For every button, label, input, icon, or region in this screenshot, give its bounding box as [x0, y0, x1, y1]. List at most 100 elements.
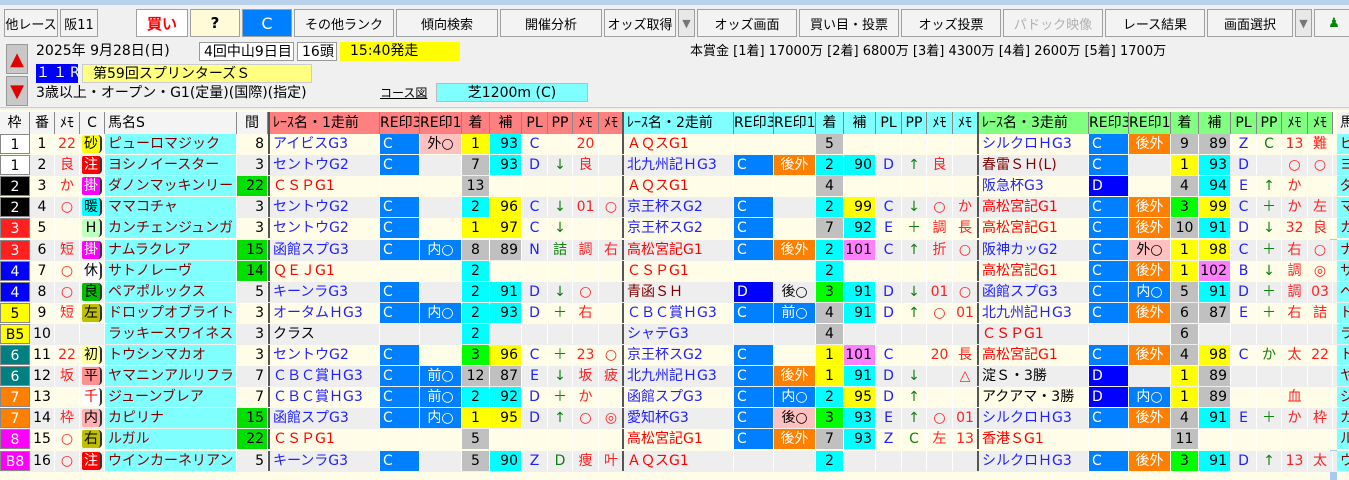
past-race-name[interactable]: アクアマ・3勝: [977, 387, 1089, 408]
table-row[interactable]: 6 12 坂平ヤマニンアルリフラ 7 ＣＢＣ賞ＨG3 C 前○ 12 87 E ↓ 坂疲北九州記ＨG3…: [0, 366, 1349, 388]
header-re1[interactable]: RE印1: [774, 112, 816, 134]
horse-name-right[interactable]: サトノレーヴ: [1337, 260, 1349, 281]
past-race-name[interactable]: 函館スプG3: [268, 239, 380, 260]
user-icon[interactable]: ♟: [1314, 9, 1349, 37]
horse-name-right[interactable]: ダノンマッキンリー: [1337, 176, 1349, 197]
past-race-name[interactable]: シルクロＨG3: [977, 408, 1089, 429]
past-race-name[interactable]: 香港ＳG1: [977, 429, 1089, 450]
header-m1[interactable]: ﾒﾓ: [573, 112, 599, 134]
table-row[interactable]: 4 8 ○ 良ペアポルックス 5 キーンラG3 C 2 91 D ↓ ○ 青函ＳＨ D 後○ 3 91 D ↓ 01 ○…: [0, 281, 1349, 303]
table-row[interactable]: 5 9 短左ドロップオブライト 3 オータムＨG3 C 内○ 2 93 D ＋右 ＣＢＣ賞ＨG3 C 前○…: [0, 302, 1349, 324]
bet-vote-button[interactable]: 買い目・投票: [799, 9, 899, 37]
past-race-name[interactable]: 愛知杯G3: [622, 408, 734, 429]
horse-name[interactable]: ペアポルックス: [105, 281, 237, 302]
past-race-name[interactable]: セントウG2: [268, 155, 380, 176]
header-memo[interactable]: ﾒﾓ: [55, 112, 80, 134]
header-pl[interactable]: PL: [876, 112, 902, 134]
meeting-analysis-button[interactable]: 開催分析: [500, 9, 602, 37]
past-race-name[interactable]: ＣＳＰG1: [622, 260, 734, 281]
past-race-name[interactable]: 高松宮記G1: [977, 260, 1089, 281]
past-race-name[interactable]: ＡＱスG1: [622, 134, 734, 154]
horse-name-right[interactable]: ペアポルックス: [1337, 281, 1349, 302]
horse-name[interactable]: ウインカーネリアン: [105, 450, 237, 471]
header-pl[interactable]: PL: [1231, 112, 1257, 134]
table-row[interactable]: 7 14 枠内カピリナ 15 函館スプG3 C 内○ 1 95 D ↑ ○ ◎ 愛知杯G3 C 後○ 3 93 E ↑…: [0, 408, 1349, 430]
past-race-name[interactable]: セントウG2: [268, 218, 380, 239]
past-race-name[interactable]: シャテG3: [622, 323, 734, 344]
past-race-name[interactable]: 函館スプG3: [268, 408, 380, 429]
past-race-name[interactable]: 函館スプG3: [977, 281, 1089, 302]
table-row[interactable]: 1 1 22 砂ピューロマジック 8 アイビスG3 C 外○ 1 93 C 20 ＡＱスG1 5 シルクロＨ…: [0, 134, 1349, 155]
past-race-name[interactable]: オータムＨG3: [268, 302, 380, 323]
past-race-name[interactable]: 北九州記ＨG3: [977, 302, 1089, 323]
header-re3[interactable]: RE印3: [380, 112, 420, 134]
past-race-name[interactable]: キーンラG3: [268, 281, 380, 302]
horse-name[interactable]: ジューンブレア: [105, 387, 237, 408]
rank-c-button[interactable]: C: [242, 9, 292, 37]
horse-name-right[interactable]: カンチェンジュンガ: [1337, 218, 1349, 239]
past-race-name[interactable]: アイビスG3: [268, 134, 380, 154]
header-chaku[interactable]: 着: [816, 112, 844, 134]
past-race-name[interactable]: 北九州記ＨG3: [622, 155, 734, 176]
horse-name-right[interactable]: カピリナ: [1337, 408, 1349, 429]
horse-name-right[interactable]: ナムラクレア: [1337, 239, 1349, 260]
race-result-button[interactable]: レース結果: [1105, 9, 1205, 37]
header-pp[interactable]: PP: [1257, 112, 1282, 134]
header-pp[interactable]: PP: [902, 112, 927, 134]
past-race-name[interactable]: ＡＱスG1: [622, 450, 734, 471]
odds-screen-button[interactable]: オッズ画面: [697, 9, 797, 37]
horse-name[interactable]: ママコチャ: [105, 197, 237, 218]
past-race-name[interactable]: ＣＳＰG1: [268, 176, 380, 197]
header-interval[interactable]: 間: [237, 112, 268, 134]
question-button[interactable]: ?: [190, 9, 240, 37]
past-race-name[interactable]: キーンラG3: [268, 450, 380, 471]
horse-name-right[interactable]: ヨシノイースター: [1337, 155, 1349, 176]
buy-button[interactable]: 買い: [136, 9, 188, 37]
prev-race-arrow-icon[interactable]: ▲: [6, 44, 28, 74]
header-pp[interactable]: PP: [548, 112, 573, 134]
header-pl[interactable]: PL: [522, 112, 548, 134]
past-race-name[interactable]: セントウG2: [268, 197, 380, 218]
past-race-name[interactable]: ＱＥＪG1: [268, 260, 380, 281]
past-race-name[interactable]: ＡＱスG1: [622, 176, 734, 197]
past-race-name[interactable]: 京王杯スG2: [622, 345, 734, 365]
screen-select-button[interactable]: 画面選択: [1207, 9, 1293, 37]
past-race-name[interactable]: 高松宮記G1: [977, 218, 1089, 239]
table-row[interactable]: 2 3 か掛ダノンマッキンリー 22 ＣＳＰG1 13 ＡＱスG1 4 阪急杯G3 D 4 94 E ↑ か…: [0, 176, 1349, 198]
past-race-name[interactable]: 高松宮記G1: [977, 197, 1089, 218]
header-name2[interactable]: 馬: [1337, 112, 1349, 134]
horse-name-right[interactable]: ママコチャ: [1337, 197, 1349, 218]
horse-name[interactable]: カピリナ: [105, 408, 237, 429]
horse-name-right[interactable]: ラッキースワイネス: [1337, 323, 1349, 344]
horse-name[interactable]: カンチェンジュンガ: [105, 218, 237, 239]
past-race-name[interactable]: 京王杯スG2: [622, 197, 734, 218]
table-row[interactable]: 3 5 H カンチェンジュンガ 3 セントウG2 C 1 97 C ↓ 京王杯スG2 C 7 92 E ＋調長高…: [0, 218, 1349, 240]
past-race-name[interactable]: セントウG2: [268, 345, 380, 365]
other-race-button[interactable]: 他レース: [4, 9, 58, 37]
horse-name[interactable]: ピューロマジック: [105, 134, 237, 154]
other-rank-button[interactable]: その他ランク: [294, 9, 394, 37]
header-m1[interactable]: ﾒﾓ: [927, 112, 953, 134]
horse-name[interactable]: ラッキースワイネス: [105, 323, 237, 344]
header-ho[interactable]: 補: [490, 112, 522, 134]
next-race-arrow-icon[interactable]: ▼: [6, 76, 28, 106]
past-race-name[interactable]: 高松宮記G1: [622, 429, 734, 450]
past-race-name[interactable]: クラス: [268, 323, 380, 344]
past-race-name[interactable]: ＣＢＣ賞ＨG3: [268, 387, 380, 408]
paddock-video-button[interactable]: パドック映像: [1003, 9, 1103, 37]
table-row[interactable]: B510ラッキースワイネス3クラス2シャテG34ＣＳＰG16ラッキースワイネス: [0, 323, 1349, 345]
header-race2[interactable]: ﾚｰｽ名・2走前: [622, 112, 734, 134]
past-race-name[interactable]: シルクロＨG3: [977, 134, 1089, 154]
table-row[interactable]: 8 15 ○ 右ルガル 22 ＣＳＰG1 5 高松宮記G1 C 後外 7 93 Z C 左 13 香港ＳG1 11…: [0, 429, 1349, 451]
past-race-name[interactable]: 阪神カッG2: [977, 239, 1089, 260]
past-race-name[interactable]: 北九州記ＨG3: [622, 366, 734, 387]
horse-name-right[interactable]: ルガル: [1337, 429, 1349, 450]
header-re3[interactable]: RE印3: [734, 112, 774, 134]
past-race-name[interactable]: 高松宮記G1: [622, 239, 734, 260]
past-race-name[interactable]: 高松宮記G1: [977, 345, 1089, 365]
header-race1[interactable]: ﾚｰｽ名・1走前: [268, 112, 380, 134]
horse-name[interactable]: ルガル: [105, 429, 237, 450]
past-race-name[interactable]: 阪急杯G3: [977, 176, 1089, 197]
horse-name-right[interactable]: ウインカーネリアン: [1337, 450, 1349, 471]
horse-name-right[interactable]: ヤマニンアルリフラ: [1337, 366, 1349, 387]
